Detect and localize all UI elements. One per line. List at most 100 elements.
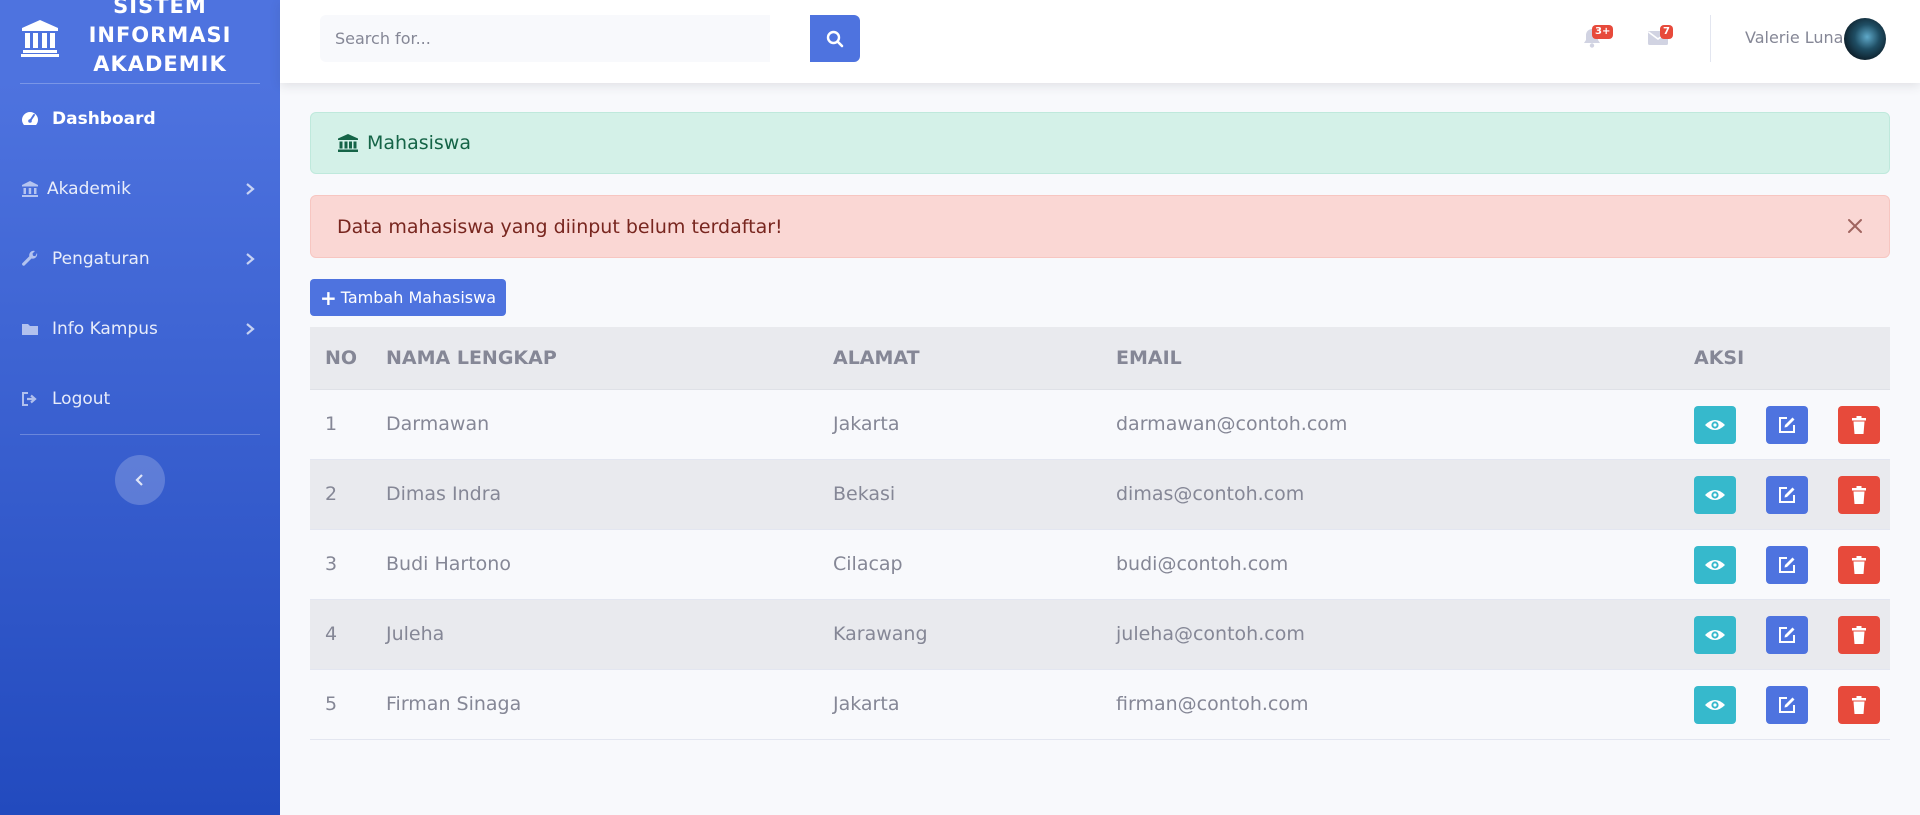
eye-icon xyxy=(1705,419,1725,430)
cell-no: 4 xyxy=(310,599,371,670)
add-student-label: Tambah Mahasiswa xyxy=(340,288,497,307)
search-button[interactable] xyxy=(810,15,860,62)
cell-no: 3 xyxy=(310,529,371,600)
eye-icon xyxy=(1705,629,1725,640)
edit-icon xyxy=(1779,556,1795,573)
cell-no: 1 xyxy=(310,389,371,460)
page-title: Mahasiswa xyxy=(367,132,471,154)
sidebar-item-label: Info Kampus xyxy=(52,319,158,339)
table-row: 2 Dimas Indra Bekasi dimas@contoh.com xyxy=(310,459,1890,530)
search-input[interactable] xyxy=(320,15,770,62)
trash-icon xyxy=(1852,555,1866,574)
close-icon[interactable] xyxy=(1845,216,1865,236)
cell-actions xyxy=(1679,599,1890,670)
chevron-right-icon xyxy=(246,253,255,265)
cell-email: dimas@contoh.com xyxy=(1101,459,1679,530)
sidebar-item-label: Dashboard xyxy=(52,109,156,129)
folder-icon xyxy=(22,324,38,335)
view-button[interactable] xyxy=(1694,545,1736,584)
brand-title: SISTEM INFORMASI AKADEMIK xyxy=(80,0,240,79)
alerts-badge: 3+ xyxy=(1592,25,1614,39)
sidebar: SISTEM INFORMASI AKADEMIK Dashboard Akad… xyxy=(0,0,280,815)
cell-actions xyxy=(1679,459,1890,530)
edit-icon xyxy=(1779,416,1795,433)
table-row: 1 Darmawan Jakarta darmawan@contoh.com xyxy=(310,389,1890,460)
delete-button[interactable] xyxy=(1838,545,1880,584)
eye-icon xyxy=(1705,699,1725,710)
cell-address: Bekasi xyxy=(818,459,1101,530)
edit-button[interactable] xyxy=(1766,685,1808,724)
table-row: 3 Budi Hartono Cilacap budi@contoh.com xyxy=(310,529,1890,600)
sidebar-item-label: Logout xyxy=(52,389,111,409)
table-header-row: NO NAMA LENGKAP ALAMAT EMAIL AKSI xyxy=(310,327,1890,390)
chevron-right-icon xyxy=(246,323,255,335)
sidebar-item-label: Akademik xyxy=(47,179,131,199)
chevron-right-icon xyxy=(246,183,255,195)
column-header: NO xyxy=(310,327,371,390)
sidebar-divider xyxy=(20,434,260,435)
sidebar-brand[interactable]: SISTEM INFORMASI AKADEMIK xyxy=(0,0,280,84)
alerts-dropdown[interactable]: 3+ xyxy=(1580,22,1614,54)
sidebar-toggle-button[interactable] xyxy=(115,455,165,505)
university-icon xyxy=(22,181,38,197)
university-icon xyxy=(338,134,358,152)
view-button[interactable] xyxy=(1694,685,1736,724)
cell-name: Dimas Indra xyxy=(371,459,818,530)
cell-name: Firman Sinaga xyxy=(371,669,818,740)
avatar[interactable] xyxy=(1844,18,1886,60)
cell-actions xyxy=(1679,529,1890,600)
delete-button[interactable] xyxy=(1838,405,1880,444)
table-row: 5 Firman Sinaga Jakarta firman@contoh.co… xyxy=(310,669,1890,740)
sidebar-item-logout[interactable]: Logout xyxy=(0,377,280,421)
user-name[interactable]: Valerie Luna xyxy=(1745,28,1843,47)
edit-button[interactable] xyxy=(1766,615,1808,654)
cell-address: Cilacap xyxy=(818,529,1101,600)
cell-actions xyxy=(1679,669,1890,740)
eye-icon xyxy=(1705,489,1725,500)
sidebar-item-akademik[interactable]: Akademik xyxy=(0,167,280,211)
column-header: ALAMAT xyxy=(818,327,1101,390)
brand-title-line: SISTEM xyxy=(113,0,207,18)
delete-button[interactable] xyxy=(1838,615,1880,654)
messages-dropdown[interactable]: 7 xyxy=(1646,22,1678,54)
edit-icon xyxy=(1779,486,1795,503)
chevron-left-icon xyxy=(135,474,143,486)
edit-icon xyxy=(1779,696,1795,713)
trash-icon xyxy=(1852,625,1866,644)
cell-address: Karawang xyxy=(818,599,1101,670)
error-alert: Data mahasiswa yang diinput belum terdaf… xyxy=(310,195,1890,258)
plus-icon: + xyxy=(319,285,337,310)
view-button[interactable] xyxy=(1694,405,1736,444)
trash-icon xyxy=(1852,485,1866,504)
cell-name: Budi Hartono xyxy=(371,529,818,600)
add-student-button[interactable]: + Tambah Mahasiswa xyxy=(310,279,506,316)
column-header: EMAIL xyxy=(1101,327,1679,390)
sidebar-item-pengaturan[interactable]: Pengaturan xyxy=(0,237,280,281)
cell-actions xyxy=(1679,389,1890,460)
trash-icon xyxy=(1852,695,1866,714)
delete-button[interactable] xyxy=(1838,685,1880,724)
sidebar-item-label: Pengaturan xyxy=(52,249,150,269)
eye-icon xyxy=(1705,559,1725,570)
university-icon xyxy=(21,20,59,57)
cell-no: 2 xyxy=(310,459,371,530)
sidebar-item-dashboard[interactable]: Dashboard xyxy=(0,97,280,141)
cell-no: 5 xyxy=(310,669,371,740)
edit-button[interactable] xyxy=(1766,405,1808,444)
sidebar-item-info-kampus[interactable]: Info Kampus xyxy=(0,307,280,351)
search-form xyxy=(320,15,860,62)
topbar: 3+ 7 Valerie Luna xyxy=(280,0,1920,83)
cell-email: budi@contoh.com xyxy=(1101,529,1679,600)
table-row: 4 Juleha Karawang juleha@contoh.com xyxy=(310,599,1890,670)
messages-badge: 7 xyxy=(1660,25,1673,39)
cell-email: darmawan@contoh.com xyxy=(1101,389,1679,460)
edit-button[interactable] xyxy=(1766,545,1808,584)
cell-email: juleha@contoh.com xyxy=(1101,599,1679,670)
error-message: Data mahasiswa yang diinput belum terdaf… xyxy=(337,215,783,238)
view-button[interactable] xyxy=(1694,615,1736,654)
sidebar-divider xyxy=(20,83,260,84)
delete-button[interactable] xyxy=(1838,475,1880,514)
edit-button[interactable] xyxy=(1766,475,1808,514)
trash-icon xyxy=(1852,415,1866,434)
view-button[interactable] xyxy=(1694,475,1736,514)
